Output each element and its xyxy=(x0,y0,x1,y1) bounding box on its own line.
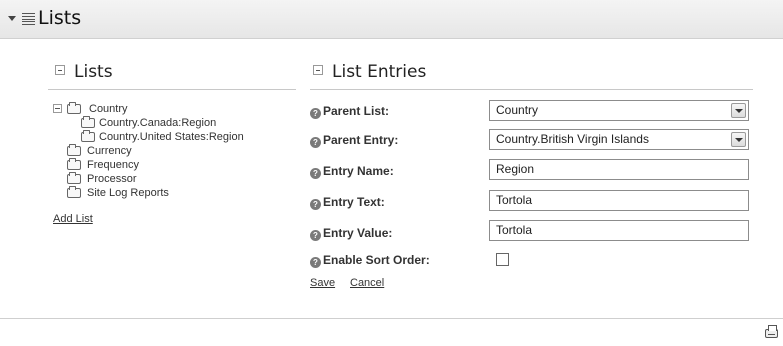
parent-entry-value: Country.British Virgin Islands xyxy=(496,132,649,146)
save-link[interactable]: Save xyxy=(310,277,335,289)
help-icon[interactable]: ? xyxy=(310,168,321,179)
add-list-link[interactable]: Add List xyxy=(53,213,93,225)
parent-entry-select[interactable]: Country.British Virgin Islands xyxy=(489,129,749,150)
list-entries-heading: List Entries xyxy=(313,62,426,82)
print-icon[interactable] xyxy=(765,325,778,338)
folder-icon xyxy=(81,130,95,142)
tree-node-label: Country xyxy=(89,103,128,115)
parent-entry-label: ? Parent Entry: xyxy=(310,133,398,148)
collapse-toggle-icon[interactable] xyxy=(8,16,16,21)
tree-node-label: Country.United States:Region xyxy=(99,131,244,143)
list-icon xyxy=(22,13,35,25)
collapse-section-icon[interactable] xyxy=(55,65,65,75)
entry-value-label: ? Entry Value: xyxy=(310,226,392,241)
enable-sort-order-label: ? Enable Sort Order: xyxy=(310,253,430,268)
entry-text-label-text: Entry Text: xyxy=(323,195,385,209)
tree-node-label: Site Log Reports xyxy=(87,187,169,199)
folder-icon xyxy=(81,116,95,128)
collapse-section-icon[interactable] xyxy=(313,65,323,75)
list-entries-heading-text: List Entries xyxy=(332,62,427,82)
folder-icon xyxy=(67,144,81,156)
cancel-link[interactable]: Cancel xyxy=(350,277,384,289)
entry-name-label: ? Entry Name: xyxy=(310,164,394,179)
lists-heading: Lists xyxy=(55,62,113,82)
parent-list-select[interactable]: Country xyxy=(489,100,749,121)
help-icon[interactable]: ? xyxy=(310,257,321,268)
enable-sort-order-checkbox[interactable] xyxy=(496,253,509,266)
parent-list-label: ? Parent List: xyxy=(310,104,389,119)
tree-node-label: Country.Canada:Region xyxy=(99,117,217,129)
entry-text-label: ? Entry Text: xyxy=(310,195,385,210)
help-icon[interactable]: ? xyxy=(310,199,321,210)
parent-list-value: Country xyxy=(496,103,539,117)
chevron-down-icon[interactable] xyxy=(731,132,746,147)
entry-name-input[interactable]: Region xyxy=(489,159,749,180)
parent-list-label-text: Parent List: xyxy=(323,104,390,118)
help-icon[interactable]: ? xyxy=(310,137,321,148)
lists-heading-text: Lists xyxy=(74,62,113,82)
tree-node-label: Frequency xyxy=(87,159,139,171)
tree-collapse-icon[interactable] xyxy=(53,104,62,113)
module-title: Lists xyxy=(38,7,82,29)
module-header: Lists xyxy=(0,0,783,39)
list-entries-heading-rule xyxy=(310,89,753,90)
folder-icon xyxy=(67,102,81,114)
footer-divider xyxy=(0,318,783,319)
entry-text-input[interactable]: Tortola xyxy=(489,190,749,211)
folder-icon xyxy=(67,186,81,198)
folder-icon xyxy=(67,158,81,170)
entry-value-label-text: Entry Value: xyxy=(323,226,393,240)
enable-sort-order-label-text: Enable Sort Order: xyxy=(323,253,430,267)
tree-node-label: Currency xyxy=(87,145,132,157)
entry-value-input[interactable]: Tortola xyxy=(489,220,749,241)
help-icon[interactable]: ? xyxy=(310,230,321,241)
lists-heading-rule xyxy=(48,89,296,90)
tree-node-label: Processor xyxy=(87,173,137,185)
parent-entry-label-text: Parent Entry: xyxy=(323,133,399,147)
chevron-down-icon[interactable] xyxy=(731,103,746,118)
help-icon[interactable]: ? xyxy=(310,108,321,119)
folder-icon xyxy=(67,172,81,184)
entry-name-label-text: Entry Name: xyxy=(323,164,394,178)
